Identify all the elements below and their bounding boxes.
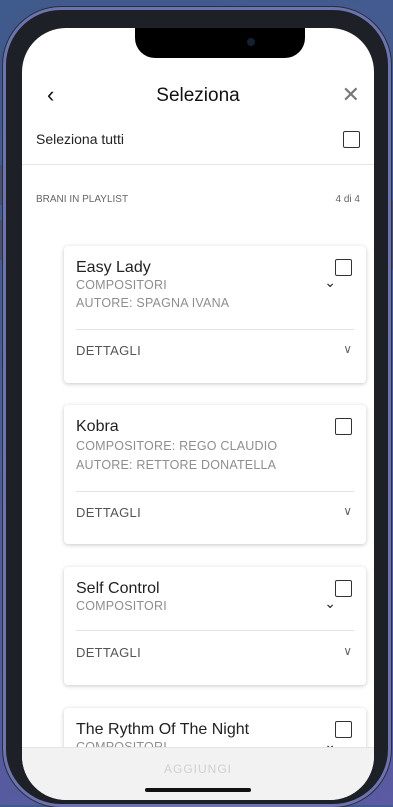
section-label: BRANI IN PLAYLIST	[36, 194, 129, 205]
song-title: Self Control	[76, 580, 160, 597]
song-card: Kobra COMPOSITORE: REGO CLAUDIO AUTORE: …	[64, 405, 366, 544]
song-composers: COMPOSITORI	[76, 599, 167, 613]
details-button[interactable]: DETTAGLI	[76, 505, 141, 520]
page-title: Seleziona	[156, 85, 240, 106]
song-card: Easy Lady COMPOSITORI AUTORE: SPAGNA IVA…	[64, 246, 366, 383]
close-button[interactable]: ✕	[342, 84, 360, 106]
add-button[interactable]: AGGIUNGI	[22, 762, 374, 776]
song-author: AUTORE: SPAGNA IVANA	[76, 296, 230, 310]
details-button[interactable]: DETTAGLI	[76, 343, 141, 358]
notch	[135, 28, 305, 58]
camera-icon	[247, 38, 255, 46]
song-checkbox[interactable]	[335, 259, 352, 276]
divider	[22, 164, 374, 165]
expand-composers-chevron-icon[interactable]: ⌄	[324, 274, 336, 291]
close-icon: ✕	[341, 82, 360, 107]
app-screen: ‹ Seleziona ✕ Seleziona tutti BRANI IN P…	[22, 28, 374, 800]
details-chevron-icon[interactable]: ∨	[343, 504, 352, 518]
card-divider	[76, 630, 354, 631]
section-header: BRANI IN PLAYLIST 4 di 4	[22, 194, 374, 214]
song-checkbox[interactable]	[335, 418, 352, 435]
song-checkbox[interactable]	[335, 721, 352, 738]
details-chevron-icon[interactable]: ∨	[343, 342, 352, 356]
section-count: 4 di 4	[335, 194, 360, 205]
song-composers: COMPOSITORI	[76, 278, 167, 292]
card-divider	[76, 329, 354, 330]
select-all-checkbox[interactable]	[343, 131, 360, 148]
song-title: The Rythm Of The Night	[76, 721, 250, 738]
select-all-label: Seleziona tutti	[36, 131, 124, 147]
song-title: Kobra	[76, 418, 119, 435]
details-chevron-icon[interactable]: ∨	[343, 644, 352, 658]
card-divider	[76, 491, 354, 492]
home-indicator	[145, 788, 251, 792]
header: ‹ Seleziona ✕	[22, 80, 374, 114]
song-title: Easy Lady	[76, 259, 151, 276]
song-card: Self Control COMPOSITORI ⌄ DETTAGLI ∨	[64, 567, 366, 685]
phone-frame: ‹ Seleziona ✕ Seleziona tutti BRANI IN P…	[3, 7, 391, 807]
song-composers: COMPOSITORE: REGO CLAUDIO	[76, 439, 278, 453]
bottom-bar: AGGIUNGI	[22, 747, 374, 800]
select-all-row[interactable]: Seleziona tutti	[22, 129, 374, 169]
details-button[interactable]: DETTAGLI	[76, 645, 141, 660]
song-checkbox[interactable]	[335, 580, 352, 597]
expand-composers-chevron-icon[interactable]: ⌄	[324, 595, 336, 612]
song-author: AUTORE: RETTORE DONATELLA	[76, 458, 277, 472]
